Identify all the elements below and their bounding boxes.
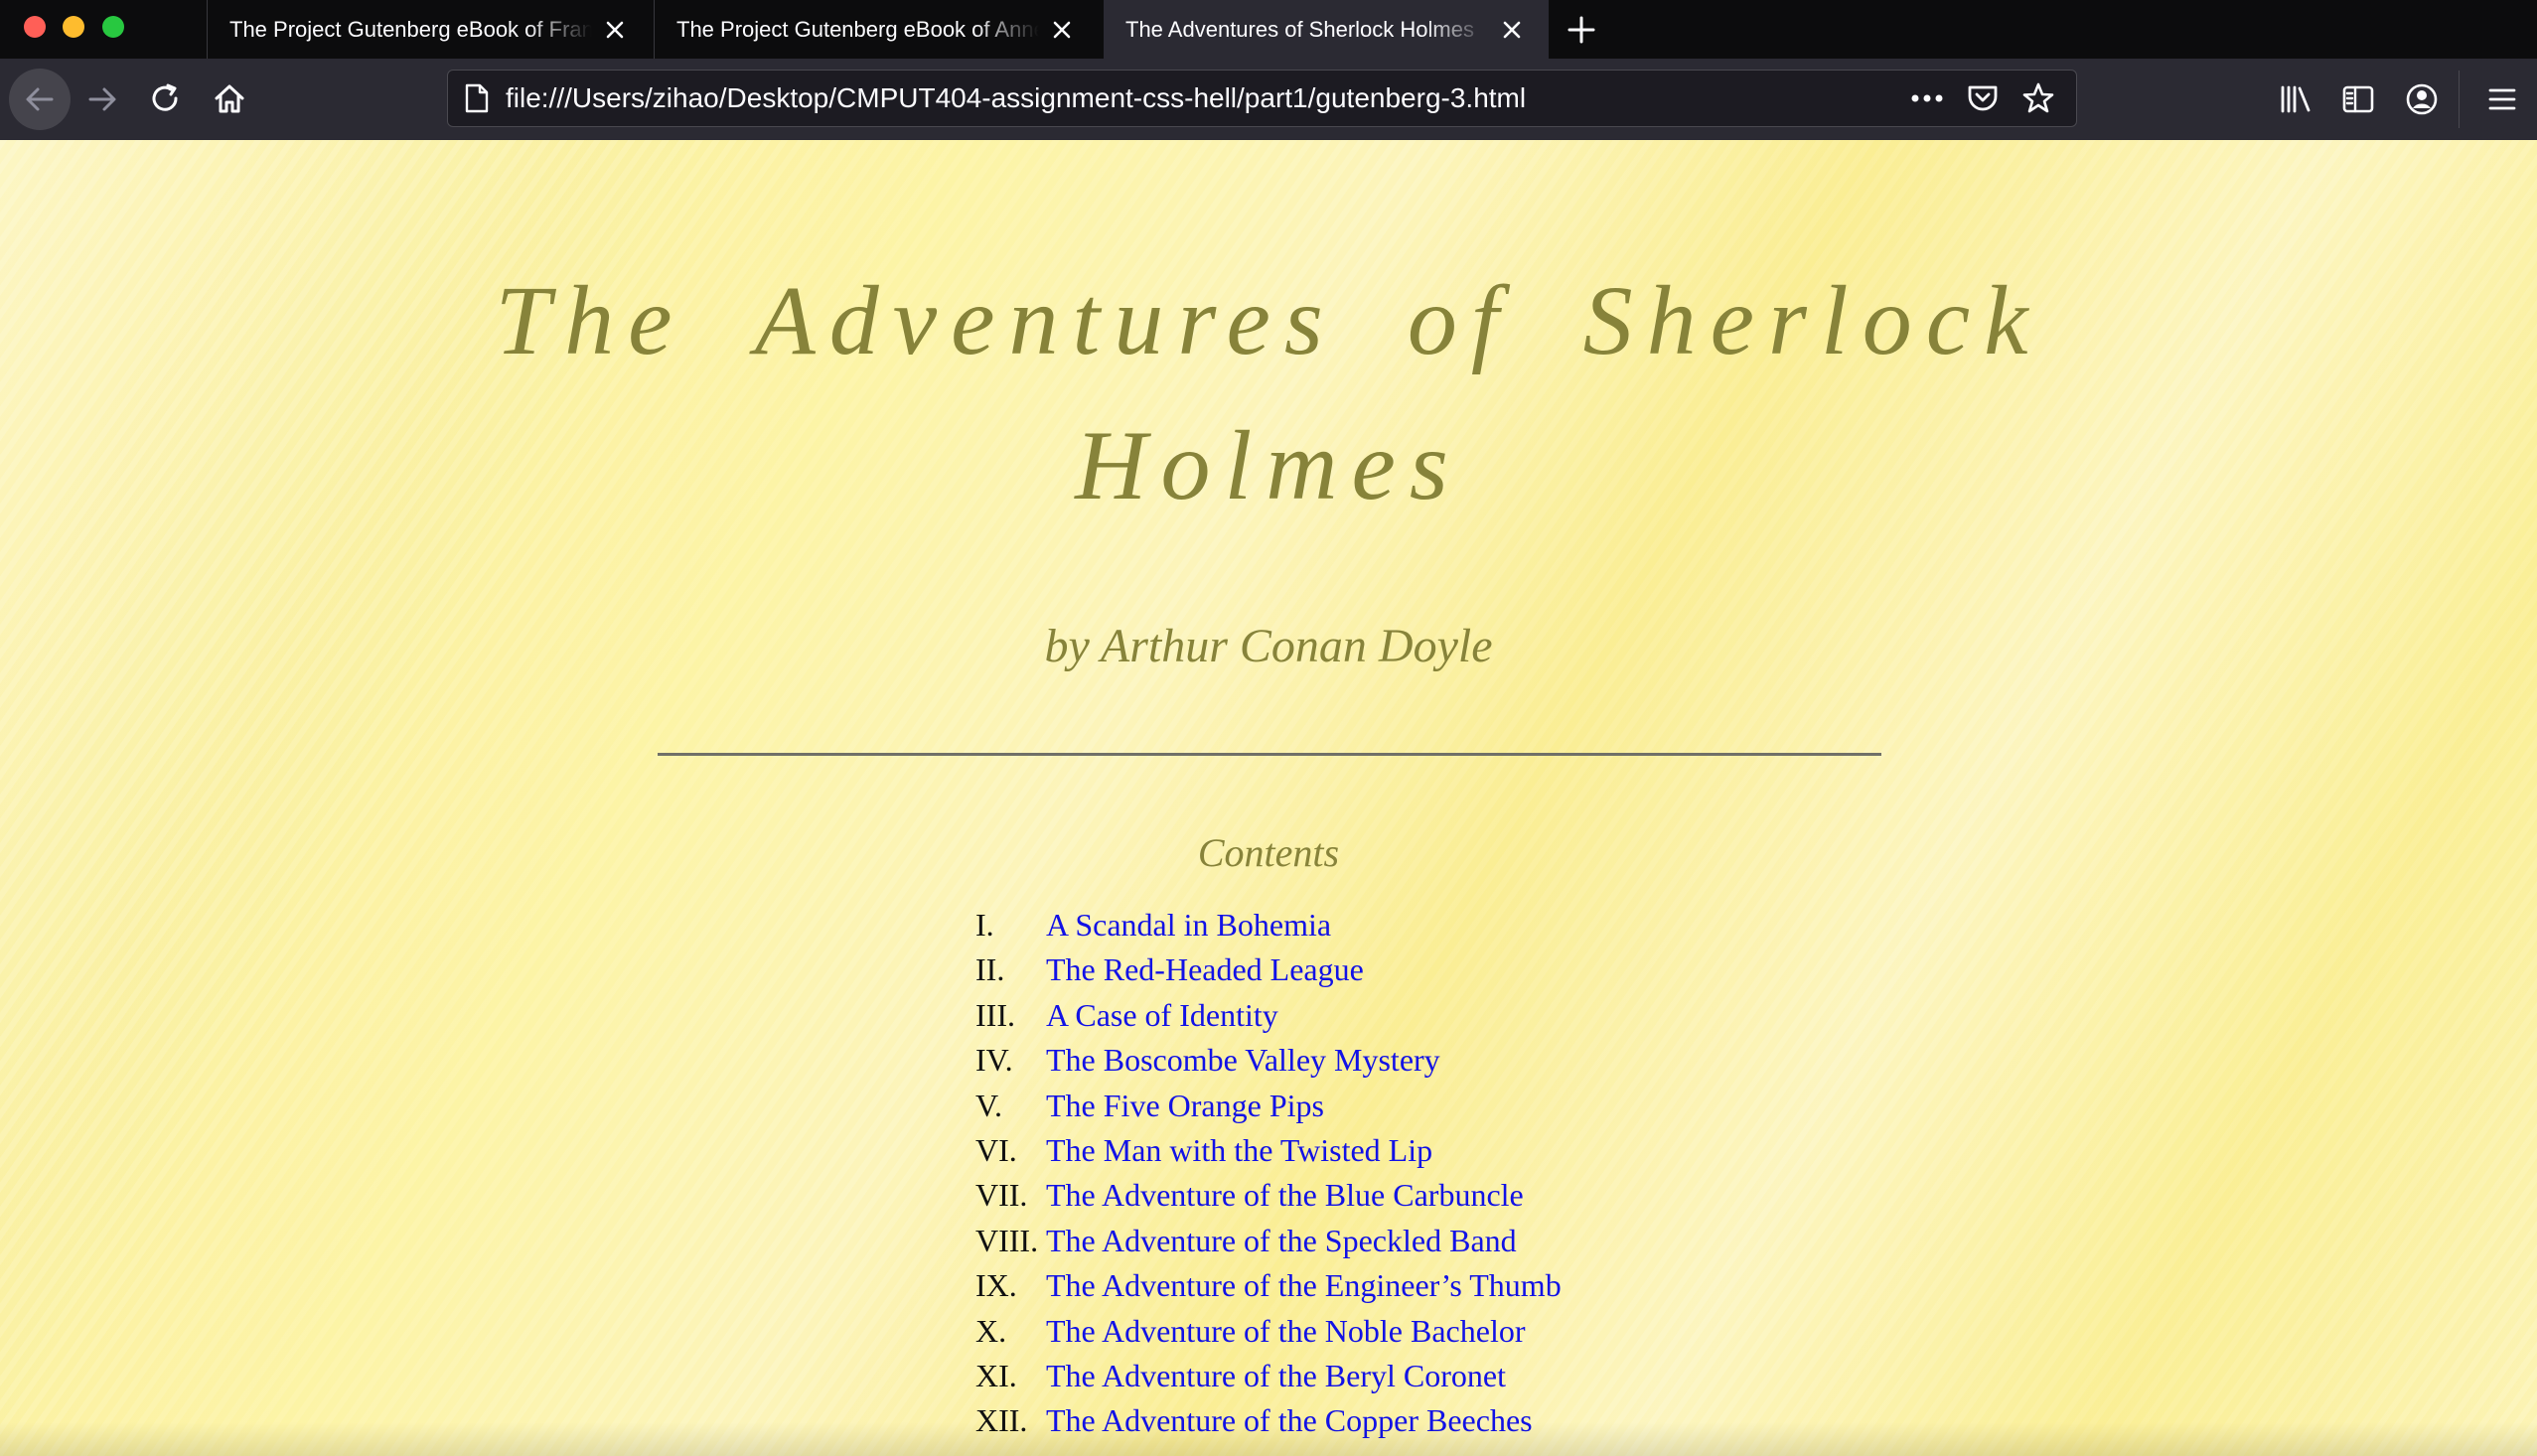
toc-link[interactable]: The Five Orange Pips bbox=[1046, 1084, 1324, 1128]
toc-number: VII. bbox=[975, 1177, 1028, 1214]
toc-number: VIII. bbox=[975, 1222, 1039, 1258]
toc-number: I. bbox=[975, 907, 994, 943]
forward-arrow-icon[interactable] bbox=[75, 72, 130, 127]
tab-sherlock-holmes[interactable]: The Adventures of Sherlock Holmes bbox=[1104, 0, 1549, 59]
tab-title: The Project Gutenberg eBook of Anne of G… bbox=[676, 16, 1039, 42]
toc-number: IV. bbox=[975, 1042, 1013, 1079]
back-arrow-icon[interactable] bbox=[9, 69, 71, 130]
page-content: The Adventures of Sherlock Holmes by Art… bbox=[0, 140, 2537, 1456]
toc-number: VI. bbox=[975, 1131, 1017, 1168]
toc-link[interactable]: The Red-Headed League bbox=[1046, 947, 1364, 992]
tab-anne-of-green-gables[interactable]: The Project Gutenberg eBook of Anne of G… bbox=[654, 0, 1099, 59]
url-actions bbox=[1899, 71, 2076, 126]
toc-link[interactable]: The Man with the Twisted Lip bbox=[1046, 1128, 1432, 1173]
minimize-window-button[interactable] bbox=[63, 16, 84, 38]
toc-item: VII. The Adventure of the Blue Carbuncle bbox=[975, 1173, 1562, 1218]
tab-title: The Project Gutenberg eBook of Frankenst… bbox=[229, 16, 592, 42]
tab-title: The Adventures of Sherlock Holmes bbox=[1125, 16, 1474, 42]
book-title: The Adventures of Sherlock Holmes bbox=[0, 248, 2537, 538]
toc-number: III. bbox=[975, 996, 1015, 1033]
book-title-line-1: The Adventures of Sherlock bbox=[495, 265, 2042, 375]
url-text[interactable]: file:///Users/zihao/Desktop/CMPUT404-ass… bbox=[506, 82, 1899, 114]
account-icon[interactable] bbox=[2393, 72, 2451, 127]
toc-link[interactable]: The Adventure of the Copper Beeches bbox=[1046, 1398, 1533, 1443]
toc-number: II. bbox=[975, 951, 1005, 988]
horizontal-rule bbox=[658, 753, 1881, 756]
home-icon[interactable] bbox=[202, 72, 257, 127]
toc-item: II. The Red-Headed League bbox=[975, 947, 1562, 992]
toc-number: XI. bbox=[975, 1357, 1017, 1393]
star-icon[interactable] bbox=[2011, 71, 2066, 126]
pocket-icon[interactable] bbox=[1955, 71, 2011, 126]
book-title-line-2: Holmes bbox=[1075, 410, 1462, 520]
hamburger-menu-icon[interactable] bbox=[2473, 72, 2531, 127]
toc-link[interactable]: The Boscombe Valley Mystery bbox=[1046, 1038, 1440, 1083]
toc-link[interactable]: The Adventure of the Blue Carbuncle bbox=[1046, 1173, 1524, 1218]
toc-number: IX. bbox=[975, 1267, 1017, 1304]
toc-link[interactable]: The Adventure of the Beryl Coronet bbox=[1046, 1354, 1506, 1398]
nav-toolbar: file:///Users/zihao/Desktop/CMPUT404-ass… bbox=[0, 59, 2537, 140]
toc-number: V. bbox=[975, 1087, 1002, 1123]
author-byline: by Arthur Conan Doyle bbox=[1044, 620, 1493, 672]
table-of-contents: I. A Scandal in Bohemia II. The Red-Headed… bbox=[975, 903, 1562, 1444]
toc-item: IV. The Boscombe Valley Mystery bbox=[975, 1038, 1562, 1083]
toc-item: X. The Adventure of the Noble Bachelor bbox=[975, 1309, 1562, 1354]
reload-icon[interactable] bbox=[138, 72, 194, 127]
close-window-button[interactable] bbox=[24, 16, 46, 38]
toc-link[interactable]: The Adventure of the Engineer’s Thumb bbox=[1046, 1263, 1562, 1308]
toc-item: XII. The Adventure of the Copper Beeches bbox=[975, 1398, 1562, 1443]
toc-number: X. bbox=[975, 1312, 1007, 1349]
toc-item: V. The Five Orange Pips bbox=[975, 1084, 1562, 1128]
zoom-window-button[interactable] bbox=[102, 16, 124, 38]
sidebar-icon[interactable] bbox=[2329, 72, 2387, 127]
close-icon[interactable] bbox=[600, 15, 630, 45]
tab-frankenstein[interactable]: The Project Gutenberg eBook of Frankenst… bbox=[207, 0, 652, 59]
new-tab-plus-icon[interactable] bbox=[1562, 10, 1601, 50]
toc-link[interactable]: A Scandal in Bohemia bbox=[1046, 903, 1331, 947]
toolbar-separator bbox=[2459, 71, 2460, 128]
toc-link[interactable]: A Case of Identity bbox=[1046, 993, 1278, 1038]
toc-item: IX. The Adventure of the Engineer’s Thumb bbox=[975, 1263, 1562, 1308]
tab-strip: The Project Gutenberg eBook of Frankenst… bbox=[0, 0, 2537, 59]
toc-link[interactable]: The Adventure of the Noble Bachelor bbox=[1046, 1309, 1526, 1354]
toc-item: VIII. The Adventure of the Speckled Band bbox=[975, 1219, 1562, 1263]
toc-item: III. A Case of Identity bbox=[975, 993, 1562, 1038]
toc-item: VI. The Man with the Twisted Lip bbox=[975, 1128, 1562, 1173]
library-icon[interactable] bbox=[2267, 72, 2324, 127]
url-bar[interactable]: file:///Users/zihao/Desktop/CMPUT404-ass… bbox=[447, 70, 2077, 127]
toc-link[interactable]: The Adventure of the Speckled Band bbox=[1046, 1219, 1517, 1263]
toc-item: XI. The Adventure of the Beryl Coronet bbox=[975, 1354, 1562, 1398]
page-icon bbox=[448, 70, 506, 127]
toc-item: I. A Scandal in Bohemia bbox=[975, 903, 1562, 947]
more-dots-icon[interactable] bbox=[1899, 71, 1955, 126]
browser-window: The Project Gutenberg eBook of Frankenst… bbox=[0, 0, 2537, 1456]
toc-number: XII. bbox=[975, 1402, 1028, 1439]
contents-heading: Contents bbox=[1197, 830, 1340, 875]
close-icon[interactable] bbox=[1047, 15, 1077, 45]
close-icon[interactable] bbox=[1497, 15, 1527, 45]
